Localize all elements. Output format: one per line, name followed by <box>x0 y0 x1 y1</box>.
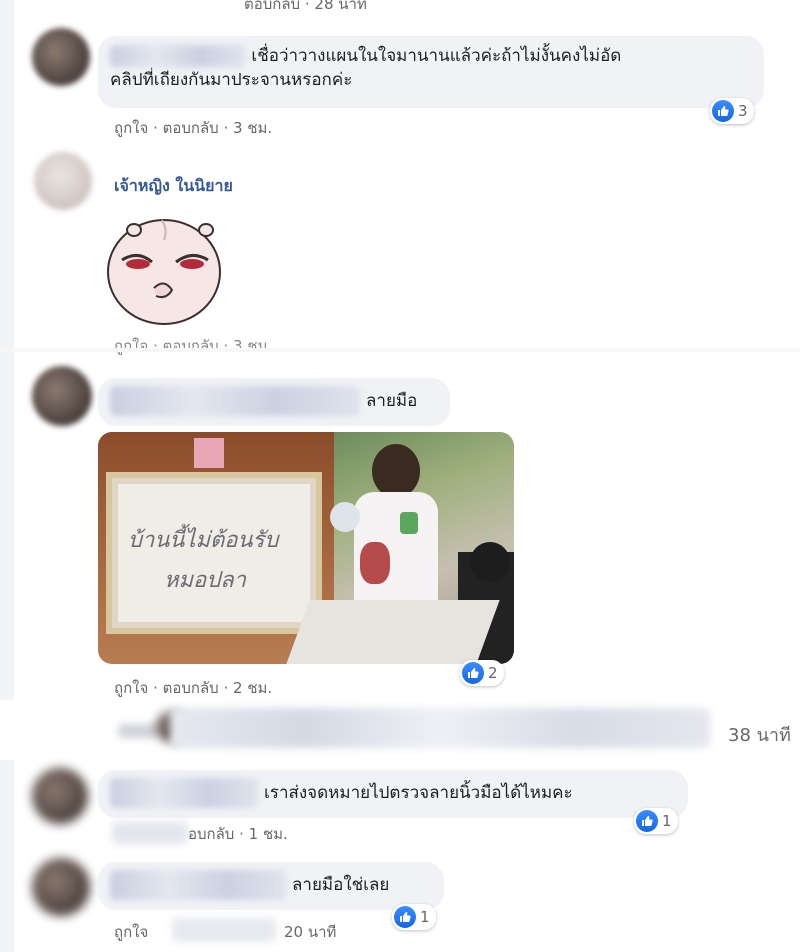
microphone <box>330 502 360 532</box>
comment-bubble: เราส่งจดหมายไปตรวจลายนิ้วมือได้ไหมคะ <box>98 770 688 818</box>
sticker-icon <box>107 219 221 325</box>
comment-actions: ถูกใจ · ตอบกลับ · 3 ชม. <box>114 337 273 355</box>
comment-actions: ถูกใจ · ตอบกลับ · 2 ชม. <box>114 679 273 697</box>
blurred-author-name[interactable] <box>110 870 286 900</box>
timestamp: 3 ชม. <box>233 119 273 137</box>
author-name[interactable]: เจ้าหญิง ในนิยาย <box>114 174 233 199</box>
reply-link[interactable]: อบกลับ <box>188 825 234 843</box>
reply-link[interactable]: ตอบกลับ <box>244 0 300 13</box>
screenshot-seam <box>0 348 800 352</box>
person-head <box>372 444 420 498</box>
like-link[interactable]: ถูกใจ <box>114 923 148 941</box>
comment-actions: ถูกใจ <box>114 920 148 944</box>
blurred-text <box>118 724 158 738</box>
left-edge <box>0 0 14 952</box>
reply-link[interactable]: ตอบกลับ <box>163 119 219 137</box>
reply-link[interactable]: ตอบกลับ <box>163 337 219 355</box>
timestamp: 20 นาที <box>284 923 337 941</box>
avatar[interactable] <box>34 152 92 210</box>
avatar[interactable] <box>32 858 90 916</box>
blurred-text <box>112 822 188 844</box>
comment-actions: ถูกใจ · ตอบกลับ · 3 ชม. <box>114 119 273 137</box>
blurred-author-name[interactable] <box>110 45 246 67</box>
avatar[interactable] <box>32 366 92 426</box>
reaction-count[interactable]: 3 <box>710 98 754 124</box>
comment-bubble: ลายมือใช่เลย <box>98 862 444 910</box>
like-icon <box>462 662 484 684</box>
attached-photo[interactable]: บ้านนี้ไม่ต้อนรับ หมอปลา <box>98 432 514 664</box>
avatar[interactable] <box>32 768 88 824</box>
reaction-count[interactable]: 1 <box>634 808 678 834</box>
top-partial-actions: ตอบกลับ · 28 นาที <box>244 0 367 16</box>
comment-actions: อบกลับ · 1 ชม. <box>188 825 288 843</box>
person-head <box>470 542 510 582</box>
avatar[interactable] <box>32 28 90 86</box>
blurred-author-name[interactable] <box>110 386 360 416</box>
like-link[interactable]: ถูกใจ <box>114 337 148 355</box>
shirt-print <box>360 542 390 584</box>
reply-link[interactable]: ตอบกลับ <box>163 679 219 697</box>
comment-bubble: เชื่อว่าวางแผนในใจมานานแล้วค่ะถ้าไม่งั้น… <box>98 36 764 108</box>
like-icon <box>394 906 416 928</box>
microphone <box>400 512 418 534</box>
blurred-text <box>172 918 276 942</box>
handwritten-sign: บ้านนี้ไม่ต้อนรับ หมอปลา <box>106 472 322 634</box>
timestamp: 38 นาที <box>728 725 791 746</box>
comment-bubble: ลายมือ <box>98 378 450 426</box>
like-icon <box>636 810 658 832</box>
sign-line-2: หมอปลา <box>164 568 247 593</box>
like-link[interactable]: ถูกใจ <box>114 119 148 137</box>
reaction-count[interactable]: 1 <box>392 904 436 930</box>
sticker-image[interactable] <box>98 200 228 330</box>
timestamp: 3 ชม. <box>233 337 273 355</box>
reaction-count[interactable]: 2 <box>460 660 504 686</box>
table <box>286 600 500 664</box>
timestamp: 2 ชม. <box>233 679 273 697</box>
blurred-author-name[interactable] <box>110 778 258 808</box>
sign-line-1: บ้านนี้ไม่ต้อนรับ <box>128 528 279 553</box>
blurred-text <box>170 708 710 748</box>
timestamp-wrap: 20 นาที <box>284 920 336 944</box>
photo-detail <box>194 438 224 468</box>
timestamp: 1 ชม. <box>248 825 288 843</box>
like-icon <box>712 100 734 122</box>
like-link[interactable]: ถูกใจ <box>114 679 148 697</box>
